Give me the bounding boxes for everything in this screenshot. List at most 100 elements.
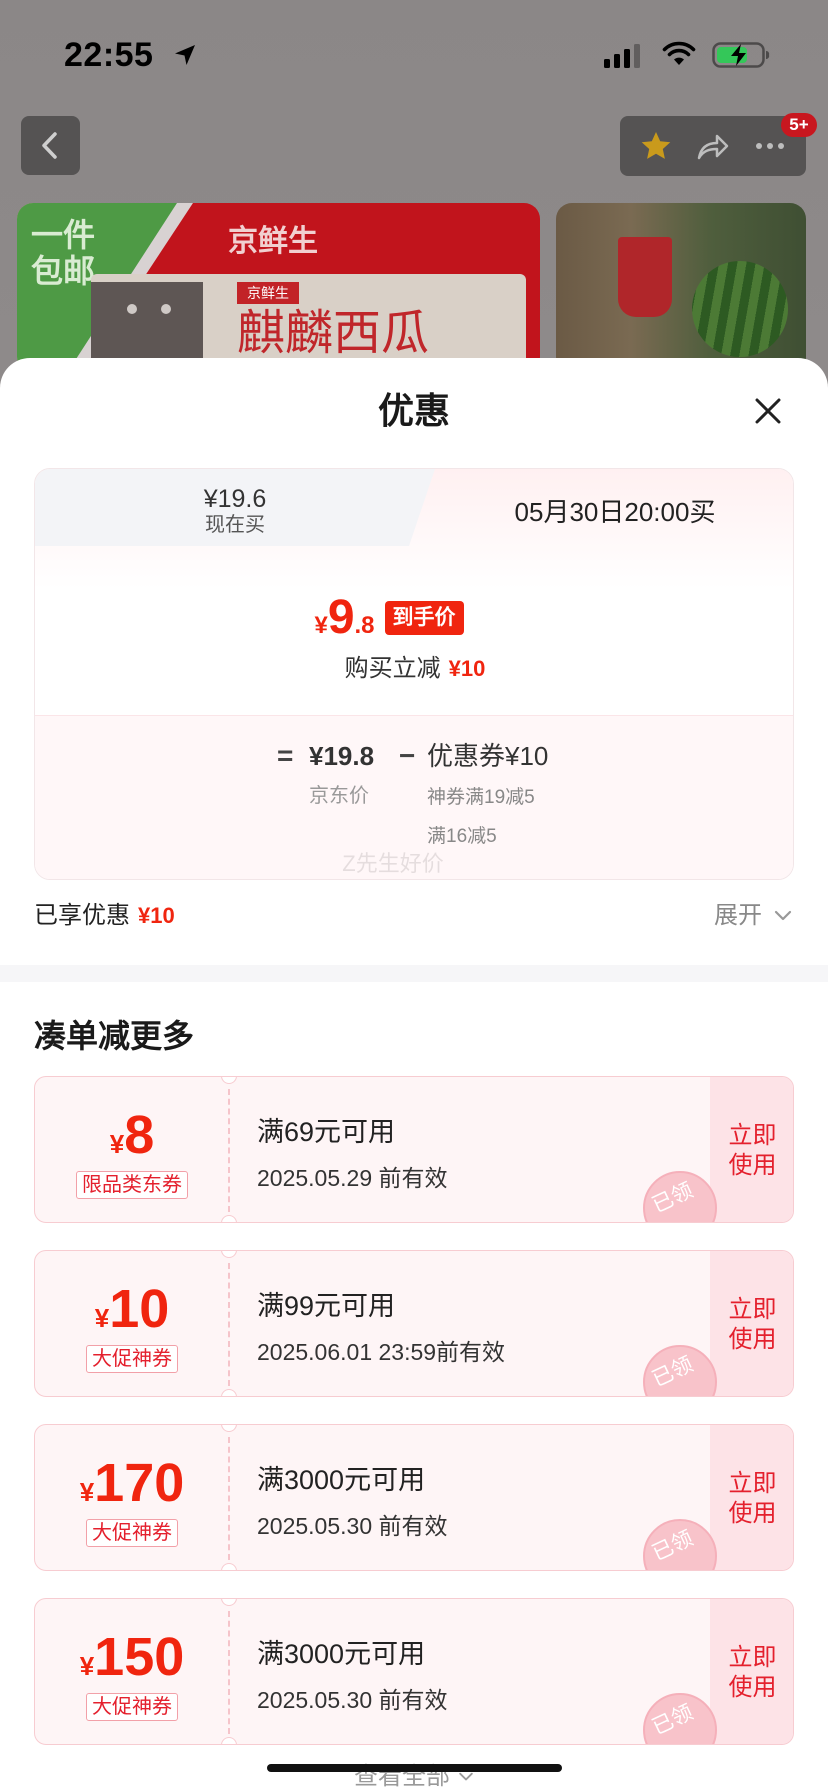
- use-now-button[interactable]: 立即 使用: [710, 1077, 793, 1222]
- price-integer: 9: [327, 591, 355, 644]
- watermelon-graphic: [692, 261, 788, 357]
- tab-now-label: 现在买: [205, 514, 265, 536]
- coupon-validity: 2025.05.30 前有效: [257, 1513, 448, 1539]
- coupon-amount: ¥8: [35, 1105, 229, 1165]
- use-now-button[interactable]: 立即 使用: [710, 1425, 793, 1570]
- coupon-value: 8: [124, 1105, 155, 1165]
- section-divider: [0, 965, 828, 982]
- corner-line-2: 包邮: [31, 253, 96, 289]
- coupon-value: 170: [94, 1453, 185, 1513]
- button-line: 使用: [728, 1325, 777, 1353]
- enjoyed-discount: 已享优惠 ¥10: [34, 900, 175, 932]
- brand-name: 京鲜生: [228, 225, 318, 258]
- expand-button[interactable]: 展开: [714, 900, 792, 932]
- stamp-text: 已领: [648, 1178, 697, 1218]
- back-button[interactable]: [21, 116, 80, 175]
- coupon-amount: ¥10: [35, 1279, 229, 1339]
- claimed-stamp: 已领: [643, 1345, 717, 1396]
- reduction-label: 购买立减: [344, 655, 441, 682]
- claimed-stamp: 已领: [643, 1171, 717, 1222]
- coupon-condition: 满3000元可用: [257, 1465, 426, 1495]
- coupon-notch: [221, 1077, 237, 1084]
- price-compare-card: ¥19.6 现在买 05月30日20:00买 ¥ 9 .8 到手价 购买立减 ¥1…: [34, 468, 794, 880]
- coupon-card[interactable]: ¥150 大促神券 满3000元可用 2025.05.30 前有效 立即 使用 已…: [34, 1598, 794, 1745]
- coupon-separator: [228, 1089, 230, 1212]
- equals-sign: =: [277, 740, 294, 771]
- minus-sign: −: [399, 740, 416, 771]
- final-price-amount: ¥ 9 .8: [314, 593, 374, 643]
- coupon-detail: 满16减5: [427, 826, 497, 847]
- coupon-separator: [228, 1263, 230, 1386]
- coupon-validity: 2025.05.29 前有效: [257, 1165, 448, 1191]
- claimed-stamp: 已领: [643, 1519, 717, 1570]
- use-now-button[interactable]: 立即 使用: [710, 1251, 793, 1396]
- coupon-tag: 限品类东券: [76, 1171, 188, 1199]
- coupon-condition: 满99元可用: [257, 1291, 396, 1321]
- button-line: 立即: [728, 1643, 777, 1671]
- home-indicator[interactable]: [267, 1764, 562, 1772]
- coupon-card[interactable]: ¥8 限品类东券 满69元可用 2025.05.29 前有效 立即 使用 已领: [34, 1076, 794, 1223]
- expand-label: 展开: [714, 902, 762, 929]
- stamp-text: 已领: [648, 1526, 697, 1566]
- sheet-title: 优惠: [377, 390, 450, 431]
- coupon-currency: ¥: [109, 1129, 125, 1159]
- stamp-text: 已领: [648, 1352, 697, 1392]
- favorite-button[interactable]: [636, 126, 676, 166]
- location-icon: [175, 45, 195, 65]
- price-decimal: .8: [354, 612, 375, 639]
- coupon-amount: ¥150: [35, 1627, 229, 1687]
- button-line: 立即: [728, 1121, 777, 1149]
- share-button[interactable]: [693, 126, 733, 166]
- coupon-value: 10: [109, 1279, 170, 1339]
- product-image[interactable]: [556, 203, 806, 373]
- coupon-notch: [221, 1251, 237, 1258]
- coupon-validity: 2025.05.30 前有效: [257, 1687, 448, 1713]
- coupon-notch: [221, 1425, 237, 1432]
- coupon-card[interactable]: ¥170 大促神券 满3000元可用 2025.05.30 前有效 立即 使用 已…: [34, 1424, 794, 1571]
- enjoyed-label: 已享优惠: [34, 902, 130, 929]
- coupon-tag-wrap: 大促神券: [35, 1693, 229, 1721]
- button-line: 使用: [728, 1499, 777, 1527]
- box-dot: [127, 304, 137, 314]
- button-line: 立即: [728, 1469, 777, 1497]
- box-brand-tag: 京鲜生: [237, 282, 299, 304]
- use-now-button[interactable]: 立即 使用: [710, 1599, 793, 1744]
- reduction-amount: ¥10: [448, 656, 486, 681]
- coupon-value: 150: [94, 1627, 185, 1687]
- enjoyed-amount: ¥10: [138, 903, 175, 928]
- box-dot: [161, 304, 171, 314]
- product-banner[interactable]: 一件 包邮 京鲜生 京鲜生 麒麟西瓜: [17, 203, 540, 373]
- share-icon: [697, 134, 729, 160]
- coupon-tag: 大促神券: [86, 1519, 178, 1547]
- price-breakdown: = ¥19.8 − 优惠券¥10 京东价 神券满19减5 满16减5 Z先生好价: [35, 715, 793, 879]
- close-icon[interactable]: [752, 395, 784, 427]
- button-line: 使用: [728, 1673, 777, 1701]
- coupon-tag-wrap: 限品类东券: [35, 1171, 229, 1199]
- coupon-tag: 大促神券: [86, 1693, 178, 1721]
- watermark: Z先生好价: [342, 851, 444, 876]
- chevron-down-icon: [459, 1772, 473, 1781]
- jd-price: ¥19.8: [309, 741, 375, 771]
- button-line: 使用: [728, 1151, 777, 1179]
- coupon-tag-wrap: 大促神券: [35, 1519, 229, 1547]
- section-title: 凑单减更多: [34, 1018, 195, 1054]
- jd-price-label: 京东价: [309, 785, 369, 807]
- status-time: 22:55: [64, 36, 154, 74]
- back-icon: [42, 132, 57, 159]
- wifi-icon: [662, 41, 696, 65]
- chevron-down-icon: [774, 910, 792, 921]
- message-count-badge: 5+: [781, 113, 817, 137]
- coupon-notch: [221, 1563, 237, 1570]
- currency-symbol: ¥: [314, 612, 328, 639]
- button-line: 立即: [728, 1295, 777, 1323]
- coupon-discount: 优惠券¥10: [427, 741, 549, 771]
- star-icon: [642, 132, 671, 159]
- battery-icon: [712, 42, 770, 68]
- coupon-validity: 2025.06.01 23:59前有效: [257, 1339, 506, 1365]
- claimed-stamp: 已领: [643, 1693, 717, 1744]
- coupon-card[interactable]: ¥10 大促神券 满99元可用 2025.06.01 23:59前有效 立即 使用…: [34, 1250, 794, 1397]
- instant-reduction: 购买立减 ¥10: [35, 654, 793, 684]
- coupon-condition: 满69元可用: [257, 1117, 396, 1147]
- coupon-amount: ¥170: [35, 1453, 229, 1513]
- coupon-notch: [221, 1737, 237, 1744]
